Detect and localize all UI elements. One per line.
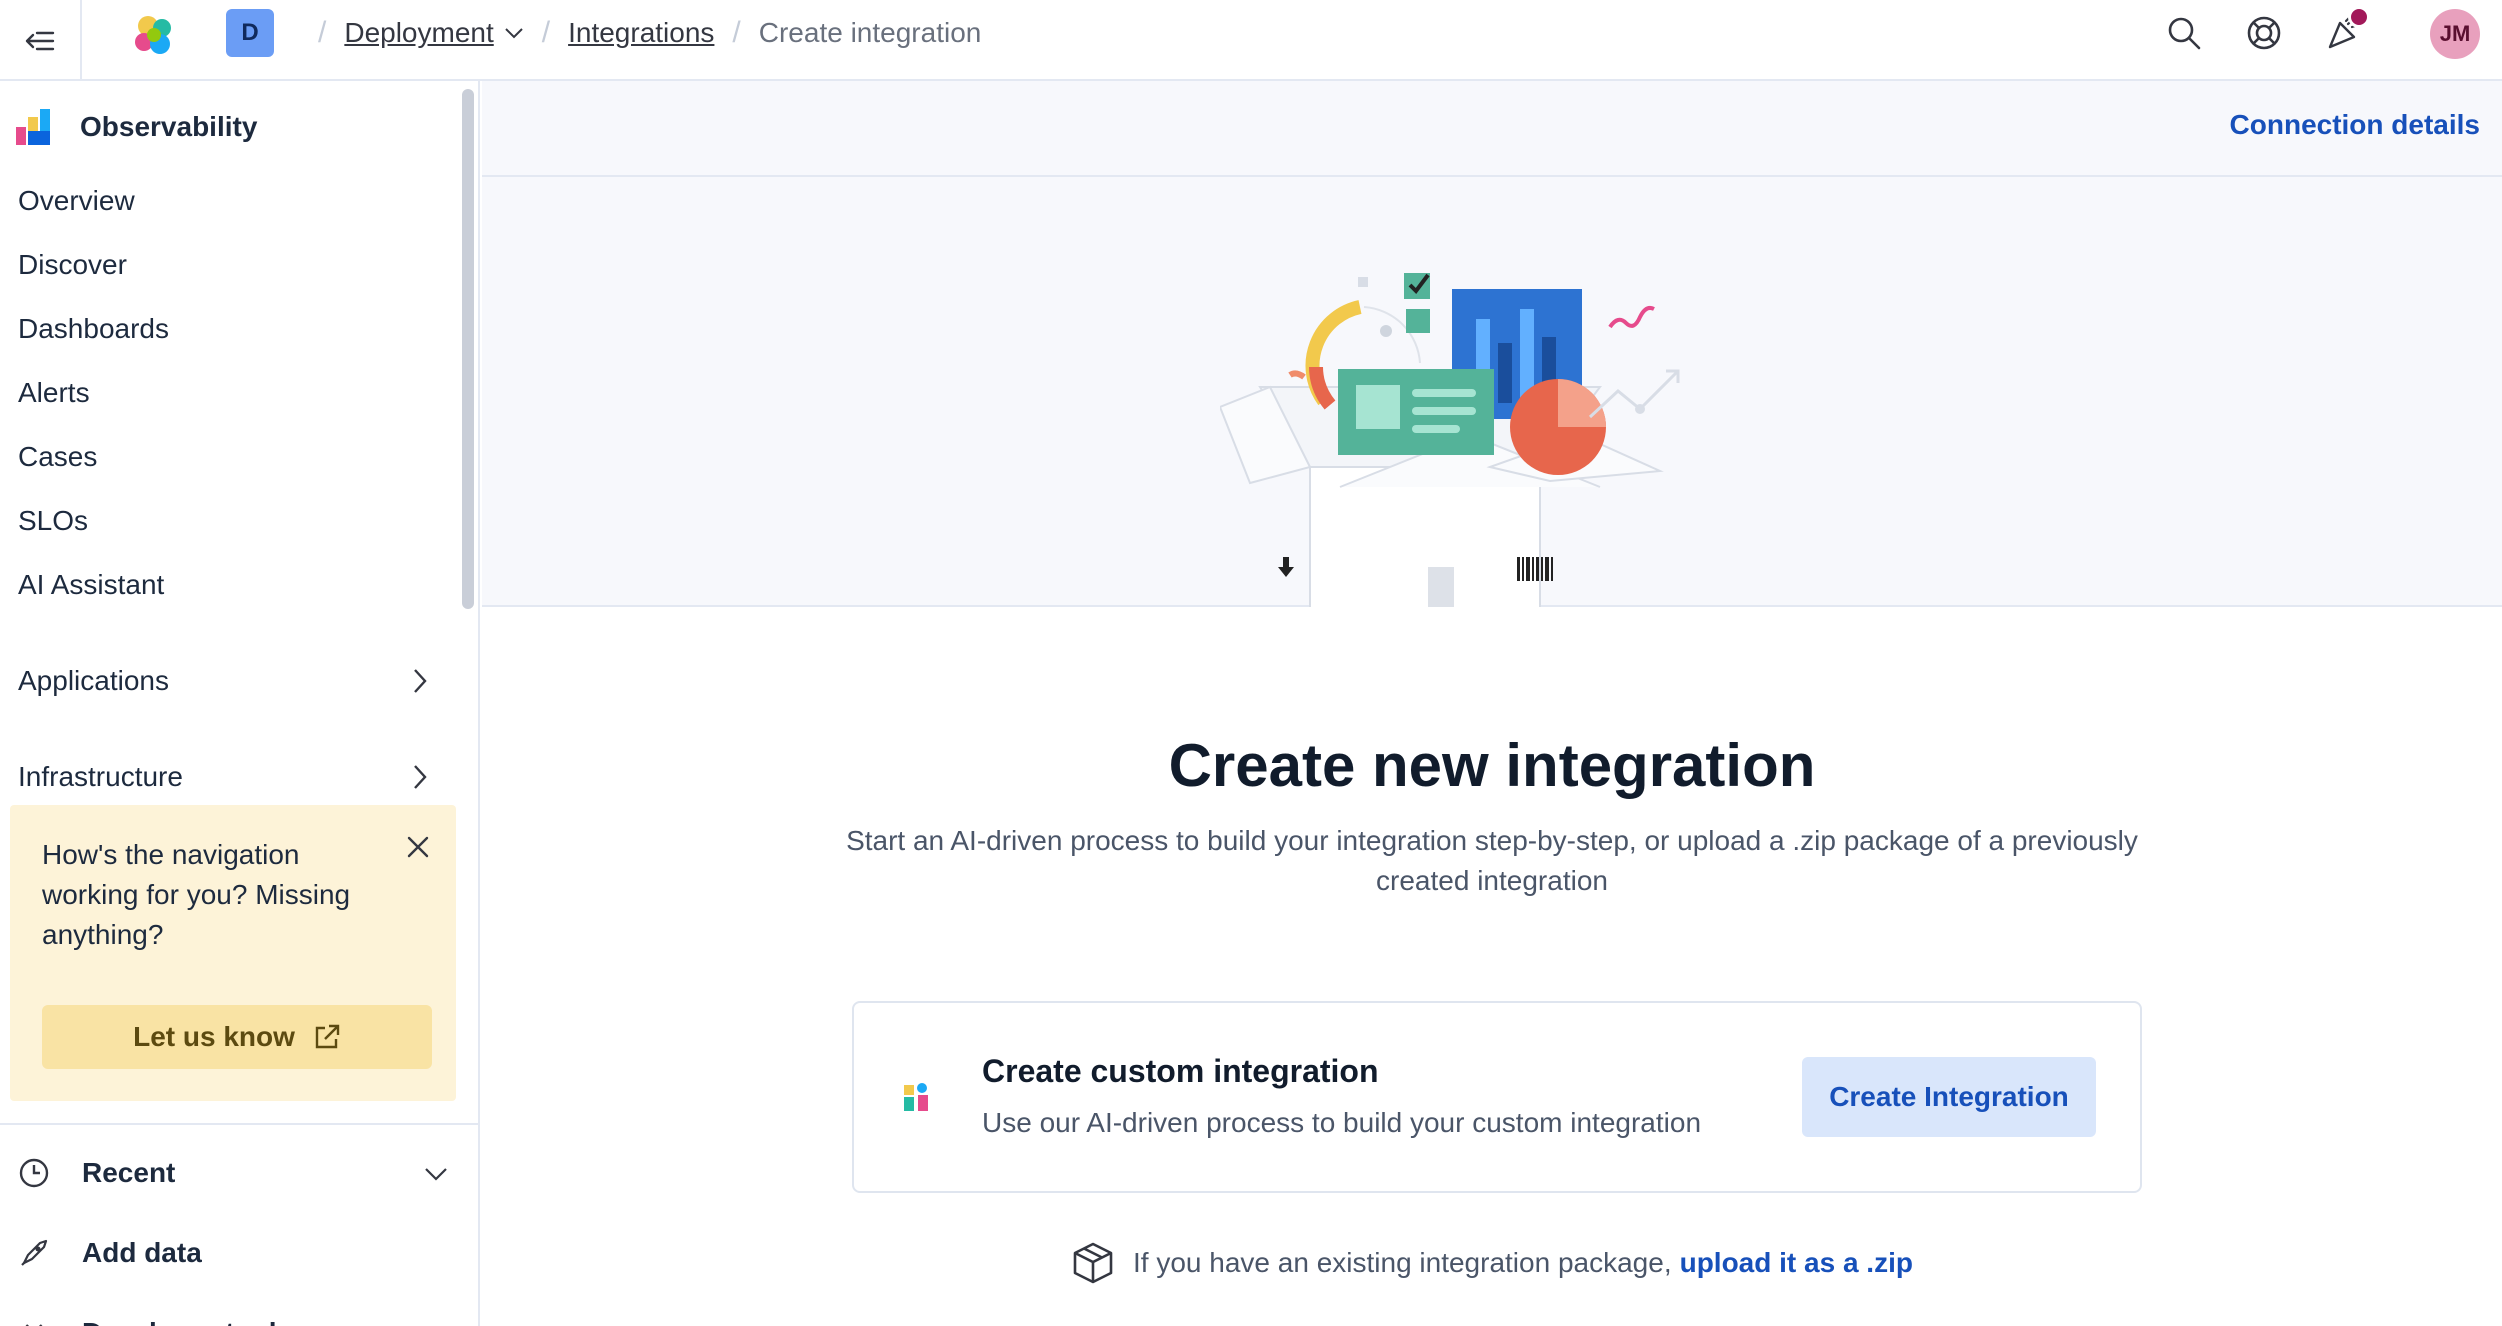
chevron-down-icon[interactable] bbox=[504, 26, 524, 40]
group-label: Infrastructure bbox=[18, 761, 183, 792]
recent-label: Recent bbox=[82, 1157, 176, 1188]
chevron-right-icon bbox=[414, 669, 427, 693]
upload-zip-link[interactable]: upload it as a .zip bbox=[1680, 1247, 1913, 1279]
let-us-know-label: Let us know bbox=[133, 1021, 295, 1052]
page-subtitle: Start an AI-driven process to build your… bbox=[846, 825, 2138, 896]
sidebar-item-recent[interactable]: Recent bbox=[18, 1157, 448, 1189]
breadcrumb-separator: / bbox=[318, 16, 327, 49]
close-icon[interactable] bbox=[402, 831, 434, 863]
notification-badge bbox=[2348, 6, 2370, 28]
collapse-menu-icon bbox=[25, 31, 55, 50]
sidebar-group-applications[interactable]: Applications bbox=[18, 665, 428, 697]
connection-details-link[interactable]: Connection details bbox=[2230, 109, 2480, 141]
code-icon bbox=[18, 1317, 54, 1326]
breadcrumb: / Deployment / Integrations / Create int… bbox=[300, 0, 981, 66]
side-navigation: Observability Overview Discover Dashboar… bbox=[0, 81, 480, 1326]
search-icon[interactable] bbox=[2164, 13, 2204, 53]
upload-text: If you have an existing integration pack… bbox=[1133, 1247, 1672, 1278]
sidebar-item-add-data[interactable]: Add data bbox=[18, 1237, 448, 1269]
sidebar-item-overview[interactable]: Overview bbox=[18, 185, 135, 217]
upload-zip-row: If you have an existing integration pack… bbox=[482, 1241, 2502, 1285]
elastic-logo-icon[interactable] bbox=[128, 10, 180, 62]
collapse-menu-button[interactable] bbox=[0, 0, 82, 81]
chevron-down-icon bbox=[424, 1157, 448, 1189]
developer-tools-label: Developer tools bbox=[82, 1317, 292, 1326]
sidebar-item-slos[interactable]: SLOs bbox=[18, 505, 88, 537]
user-avatar[interactable]: JM bbox=[2430, 9, 2480, 59]
integration-illustration bbox=[1220, 273, 1680, 607]
breadcrumb-integrations[interactable]: Integrations bbox=[568, 17, 714, 49]
page-title: Create new integration bbox=[1168, 732, 1816, 799]
observability-icon bbox=[16, 109, 50, 145]
create-custom-integration-card: Create custom integration Use our AI-dri… bbox=[852, 1001, 2142, 1193]
rocket-icon bbox=[18, 1237, 54, 1269]
card-description: Use our AI-driven process to build your … bbox=[982, 1107, 1702, 1138]
sidebar-scrollbar[interactable] bbox=[462, 89, 474, 609]
external-link-icon bbox=[315, 1024, 340, 1049]
chevron-right-icon bbox=[414, 765, 427, 789]
package-icon bbox=[1073, 1242, 1113, 1284]
section-title-text: Observability bbox=[80, 111, 258, 142]
add-data-label: Add data bbox=[82, 1237, 202, 1268]
hero-illustration-panel bbox=[482, 177, 2502, 607]
sidebar-item-discover[interactable]: Discover bbox=[18, 249, 127, 281]
create-integration-button[interactable]: Create Integration bbox=[1802, 1057, 2096, 1137]
sidebar-item-cases[interactable]: Cases bbox=[18, 441, 97, 473]
sidebar-item-alerts[interactable]: Alerts bbox=[18, 377, 90, 409]
breadcrumb-current: Create integration bbox=[758, 17, 982, 48]
let-us-know-button[interactable]: Let us know bbox=[42, 1005, 432, 1069]
main-content: Connection details Create new integratio… bbox=[482, 81, 2502, 1326]
sidebar-group-infrastructure[interactable]: Infrastructure bbox=[18, 761, 428, 793]
observability-section-title[interactable]: Observability bbox=[14, 107, 257, 147]
group-label: Applications bbox=[18, 665, 169, 696]
clock-icon bbox=[18, 1157, 54, 1189]
top-header: D / Deployment / Integrations / Create i… bbox=[0, 0, 2502, 81]
sidebar-item-ai-assistant[interactable]: AI Assistant bbox=[18, 569, 164, 601]
integration-logo-icon bbox=[900, 1081, 934, 1120]
help-icon[interactable] bbox=[2244, 13, 2284, 53]
breadcrumb-separator: / bbox=[541, 16, 551, 49]
sidebar-item-dashboards[interactable]: Dashboards bbox=[18, 313, 169, 345]
space-avatar[interactable]: D bbox=[226, 9, 274, 57]
navigation-feedback-callout: How's the navigation working for you? Mi… bbox=[10, 805, 456, 1101]
card-title: Create custom integration bbox=[982, 1053, 1379, 1089]
breadcrumb-separator: / bbox=[732, 16, 741, 49]
breadcrumb-deployment[interactable]: Deployment bbox=[344, 17, 493, 49]
sidebar-item-developer-tools[interactable]: Developer tools bbox=[18, 1317, 448, 1326]
sidebar-divider bbox=[0, 1123, 478, 1125]
page-topbar: Connection details bbox=[482, 81, 2502, 177]
feedback-text: How's the navigation working for you? Mi… bbox=[42, 839, 351, 950]
